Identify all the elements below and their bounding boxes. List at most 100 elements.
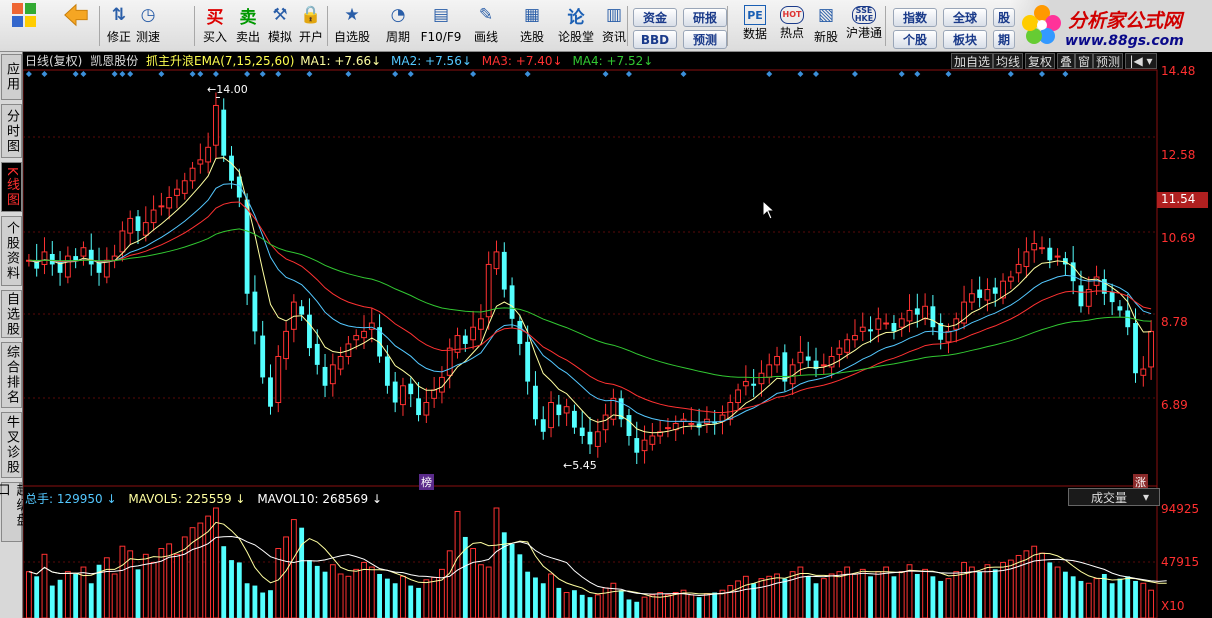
signal-marker [72,71,79,77]
candle-up [64,255,71,278]
toolbar-button-clock[interactable]: ◷ 测速 [133,2,163,50]
toolbar-button-select-stock[interactable]: ▦ 选股 [514,2,550,50]
volume-bar-up [898,571,905,618]
volume-bar-down [221,546,227,618]
candle-down [914,308,920,315]
up-down-arrow-icon: ⇅ [111,5,127,25]
volume-bar-up [368,566,375,618]
volume-bar-up [984,564,991,618]
toolbar-button-forum[interactable]: 论论股堂 [556,2,596,50]
kline-chart-area[interactable]: 日线(复权) 凯恩股份 抓主升浪EMA(7,15,25,60) MA1: +7.… [23,52,1212,618]
toolbar-button-buy[interactable]: 买买入 [201,2,229,50]
volume-indicator-select[interactable]: 成交量 ▾ [1068,488,1160,506]
candle-up [883,322,890,325]
toolbar-button-hot[interactable]: HOT 热点 [775,2,809,50]
signal-marker [797,71,804,77]
new-stock-icon: ▧ [817,5,835,25]
candle-up [41,251,48,265]
volume-bar-up [485,566,492,618]
volume-bar-down [712,592,718,618]
tab-intraday[interactable]: 分时图 [1,104,22,158]
toolbar-button-f10[interactable]: ▤ F10/F9 [420,2,462,50]
toolbar-button-pen[interactable]: ✎ 画线 [468,2,504,50]
volume-bar-up [477,564,484,618]
f10-icon: ▤ [432,5,450,25]
tab-apps[interactable]: 应用 [1,54,22,100]
volume-bar-up [859,568,866,618]
signal-marker [1007,71,1014,77]
tab-super-quote[interactable]: 超级盘口 [0,482,29,542]
toolbar-button-lock[interactable]: 🔒 开户 [297,2,325,50]
flower-logo-icon [1022,5,1061,44]
volume-bar-up [797,566,804,618]
candle-down [517,320,523,344]
volume-bar-down [813,583,819,618]
toolbar-button-up-down-arrow[interactable]: ⇅ 修正 [104,2,134,50]
volume-bar-down [938,580,944,618]
ma-button[interactable]: 均线 [993,53,1024,69]
volume-bar-up [703,593,710,618]
candle-up [329,364,336,385]
toolbar-button-news[interactable]: ▥ 资讯 [599,2,629,50]
volume-bar-down [49,585,55,618]
toolbar-button-new-stock[interactable]: ▧ 新股 [810,2,842,50]
first-page-icon[interactable]: |◀ ▾ [1125,53,1157,69]
forecast-header-button[interactable]: 预测 [1093,53,1124,69]
volume-bar-up [968,566,975,618]
candle-up [150,209,157,224]
global-button[interactable]: 全球 [943,8,987,27]
toolbar-button-period[interactable]: ◔ 周期 [380,2,416,50]
toolbar-label: 画线 [473,30,498,44]
add-watchlist-button[interactable]: 加自选 [951,53,994,69]
candle-up [844,339,851,353]
volume-bar-down [634,601,640,618]
toolbar-button-hammer[interactable]: ⚒ 模拟 [266,2,294,50]
ranking-badge[interactable]: 榜 [419,474,434,490]
candle-down [322,366,328,386]
toolbar-button-sse-hke[interactable]: SSE HKE 沪港通 [843,2,885,50]
back-arrow-icon [62,2,90,28]
tab-ranking[interactable]: 综合排名 [1,342,22,408]
signal-marker [766,71,773,77]
tab-diagnosis[interactable]: 牛叉诊股 [1,412,22,478]
tab-stock-info[interactable]: 个股资料 [1,216,22,286]
candle-down [571,410,577,428]
volume-bar-down [571,590,577,618]
signal-marker [189,71,196,77]
volume-bar-down [533,577,538,618]
toolbar-button-sell[interactable]: 卖卖出 [234,2,262,50]
index-button[interactable]: 指数 [893,8,937,27]
window-button[interactable]: 窗 [1075,53,1094,69]
toolbar-label: 新股 [813,30,838,44]
toolbar-label: 周期 [385,30,410,44]
fund-flow-button[interactable]: 资金 [633,8,677,27]
sector-button[interactable]: 板块 [943,30,987,49]
low-price-label: ←5.45 [563,459,597,472]
logo-grid-button[interactable] [4,2,44,50]
volume-bar-up [64,571,71,618]
overlay-button[interactable]: 叠 [1057,53,1076,69]
candle-up [275,355,282,404]
research-report-button[interactable]: 研报 [683,8,727,27]
ma1-line [28,157,1152,434]
volume-bar-down [1070,576,1076,618]
candle-down [805,356,811,361]
tab-watchlist[interactable]: 自选股 [1,290,22,338]
candle-down [252,291,258,332]
candle-up [158,205,165,208]
candle-down [992,287,998,294]
forecast-button[interactable]: 预测 [683,30,727,49]
volume-bar-up [688,594,695,618]
candle-up [213,104,219,146]
volume-bar-up [836,571,843,618]
toolbar-button-pe[interactable]: PE 数据 [737,2,773,50]
adjust-button[interactable]: 复权 [1025,53,1056,69]
stock-button[interactable]: 个股 [893,30,937,49]
candle-up [477,318,484,330]
candle-down [891,323,897,332]
tab-kline[interactable]: K线图 [1,162,22,212]
indicator-name[interactable]: 抓主升浪EMA(7,15,25,60) [146,54,294,68]
bbd-button[interactable]: BBD [633,30,677,49]
back-button[interactable] [56,2,96,50]
toolbar-button-star-list[interactable]: ★ 自选股 [334,2,370,50]
